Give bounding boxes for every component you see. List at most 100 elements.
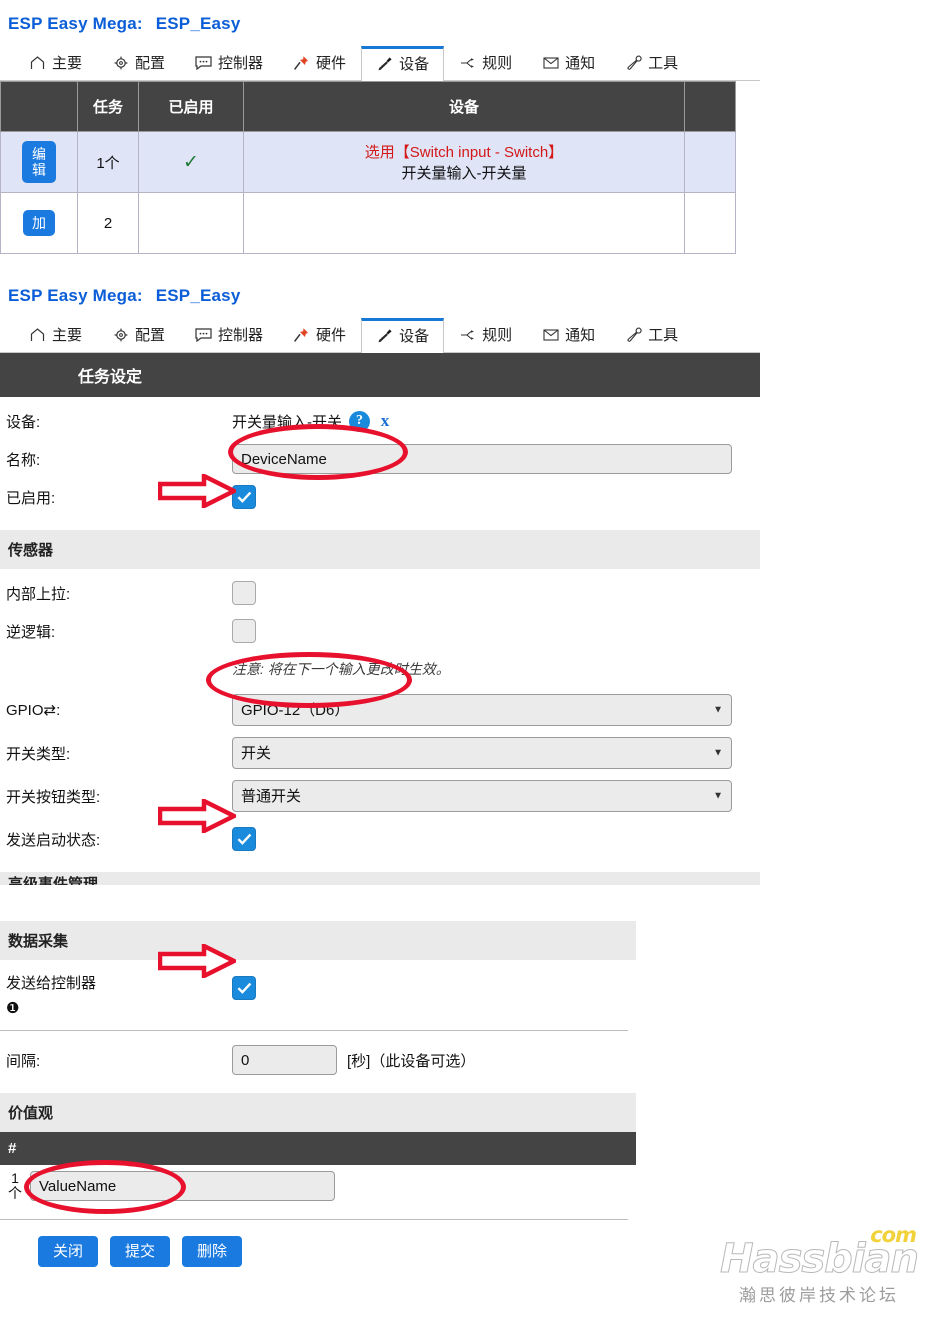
speech-bubble-icon	[195, 55, 212, 71]
info-icon[interactable]: x	[377, 411, 393, 432]
tab-main[interactable]: 主要	[14, 317, 97, 352]
tab-hardware[interactable]: 硬件	[278, 45, 361, 80]
inverse-logic-checkbox[interactable]	[232, 619, 256, 643]
app-title: ESP Easy Mega: ESP_Easy	[0, 0, 760, 44]
switch-type-label: 开关类型:	[6, 745, 71, 763]
value-name-input[interactable]	[30, 1171, 335, 1201]
tab-rules[interactable]: 规则	[444, 317, 527, 352]
edit-task-button[interactable]: 编辑	[22, 140, 56, 184]
button-type-select[interactable]: 普通开关	[232, 780, 732, 812]
tab-controllers[interactable]: 控制器	[180, 45, 278, 80]
th-task: 任务	[77, 81, 139, 132]
tab-label: 主要	[52, 327, 83, 344]
send-boot-state-checkbox[interactable]	[232, 827, 256, 851]
home-icon	[29, 55, 46, 71]
field-enabled: 已启用:	[0, 478, 760, 516]
cell-action: 加	[0, 192, 78, 254]
tab-label: 设备	[399, 56, 430, 73]
table-row: 编辑 1个 ✓ 选用【Switch input - Switch】 开关量输入-…	[0, 131, 736, 193]
name-label: 名称:	[6, 451, 41, 469]
tab-notifications[interactable]: 通知	[527, 45, 610, 80]
field-send-to-controller: 发送给控制器 ❶	[0, 960, 760, 1020]
plug-icon	[376, 328, 393, 344]
gpio-select-wrap: GPIO-12（D6） ▼	[232, 694, 732, 726]
devices-table: 任务 已启用 设备 编辑 1个 ✓ 选用【Switch input - Swit…	[0, 81, 736, 254]
envelope-icon	[542, 55, 559, 71]
field-send-boot-state: 发送启动状态:	[0, 815, 760, 858]
field-device: 设备: 开关量输入-开关 ? x	[0, 397, 760, 440]
enabled-checkbox[interactable]	[232, 485, 256, 509]
tab-label: 通知	[565, 55, 596, 72]
tab-label: 硬件	[316, 55, 347, 72]
tab-main[interactable]: 主要	[14, 45, 97, 80]
question-circle-icon[interactable]: ?	[349, 410, 370, 432]
watermark-sub: 瀚思彼岸技术论坛	[739, 1286, 900, 1306]
tab-tools[interactable]: 工具	[610, 317, 693, 352]
sensor-note: 注意: 将在下一个输入更改时生效。	[232, 661, 450, 677]
cell-extra	[684, 192, 736, 254]
tab-config[interactable]: 配置	[97, 45, 180, 80]
field-gpio: GPIO⇄: GPIO-12（D6） ▼	[0, 688, 760, 729]
cell-device: 选用【Switch input - Switch】 开关量输入-开关量	[243, 131, 685, 193]
nav-tabs-top: 主要 配置 控制器 硬件 设备 规则 通知 工具	[0, 44, 760, 81]
delete-button[interactable]: 删除	[182, 1236, 243, 1268]
tab-devices[interactable]: 设备	[361, 46, 445, 81]
tab-label: 工具	[648, 327, 679, 344]
tab-hardware[interactable]: 硬件	[278, 317, 361, 352]
divider-bottom	[0, 1219, 628, 1220]
submit-button[interactable]: 提交	[110, 1236, 171, 1268]
pushpin-icon	[293, 327, 310, 343]
device-selection-label: 选用【Switch input - Switch】	[364, 144, 564, 161]
values-section-header: 价值观	[0, 1093, 636, 1132]
send-to-controller-checkbox[interactable]	[232, 976, 256, 1000]
interval-input[interactable]	[232, 1045, 337, 1075]
tab-tools[interactable]: 工具	[610, 45, 693, 80]
tab-label: 硬件	[316, 327, 347, 344]
field-switch-type: 开关类型: 开关 ▼	[0, 729, 760, 772]
wrench-icon	[625, 55, 642, 71]
tab-rules[interactable]: 规则	[444, 45, 527, 80]
switch-type-select[interactable]: 开关	[232, 737, 732, 769]
button-type-select-wrap: 普通开关 ▼	[232, 780, 732, 812]
sensor-note-row: 注意: 将在下一个输入更改时生效。	[0, 650, 760, 688]
tab-label: 规则	[482, 327, 513, 344]
cell-action: 编辑	[0, 131, 78, 193]
tab-config[interactable]: 配置	[97, 317, 180, 352]
enabled-label: 已启用:	[6, 489, 56, 507]
device-value: 开关量输入-开关	[232, 413, 342, 431]
th-enabled: 已启用	[138, 81, 244, 132]
cell-task-number: 2	[77, 192, 139, 254]
branch-icon	[459, 55, 476, 71]
speech-bubble-icon	[195, 327, 212, 343]
tab-label: 规则	[482, 55, 513, 72]
add-task-button[interactable]: 加	[23, 209, 55, 237]
tab-label: 主要	[52, 55, 83, 72]
close-button[interactable]: 关闭	[38, 1236, 99, 1268]
tab-devices[interactable]: 设备	[361, 318, 445, 353]
app-title-main: ESP Easy Mega:	[8, 286, 143, 305]
plug-icon	[376, 56, 393, 72]
internal-pullup-checkbox[interactable]	[232, 581, 256, 605]
device-value-wrap: 开关量输入-开关 ? x	[232, 410, 393, 432]
device-name-input[interactable]	[232, 444, 732, 474]
app-title-2: ESP Easy Mega: ESP_Easy	[0, 272, 760, 316]
tab-notifications[interactable]: 通知	[527, 317, 610, 352]
task-settings-panel: ESP Easy Mega: ESP_Easy 主要 配置 控制器 硬件 设备 …	[0, 272, 760, 1268]
tab-controllers[interactable]: 控制器	[180, 317, 278, 352]
field-internal-pullup: 内部上拉:	[0, 569, 760, 612]
screenshot-root: ESP Easy Mega: ESP_Easy 主要 配置 控制器 硬件 设备 …	[0, 0, 926, 1320]
advanced-section-clip: 高级事件管理	[0, 872, 760, 885]
field-button-type: 开关按钮类型: 普通开关 ▼	[0, 772, 760, 815]
cell-device	[243, 192, 685, 254]
tab-label: 设备	[399, 328, 430, 345]
device-list-panel: ESP Easy Mega: ESP_Easy 主要 配置 控制器 硬件 设备 …	[0, 0, 760, 254]
gpio-select[interactable]: GPIO-12（D6）	[232, 694, 732, 726]
wrench-icon	[625, 327, 642, 343]
field-name: 名称:	[0, 440, 760, 478]
divider	[0, 1030, 628, 1031]
tab-label: 配置	[135, 327, 166, 344]
sensor-section-header: 传感器	[0, 530, 760, 569]
cell-enabled: ✓	[138, 131, 244, 193]
controller-index-badge: ❶	[6, 1000, 20, 1017]
field-interval: 间隔: [秒]（此设备可选）	[0, 1041, 760, 1079]
